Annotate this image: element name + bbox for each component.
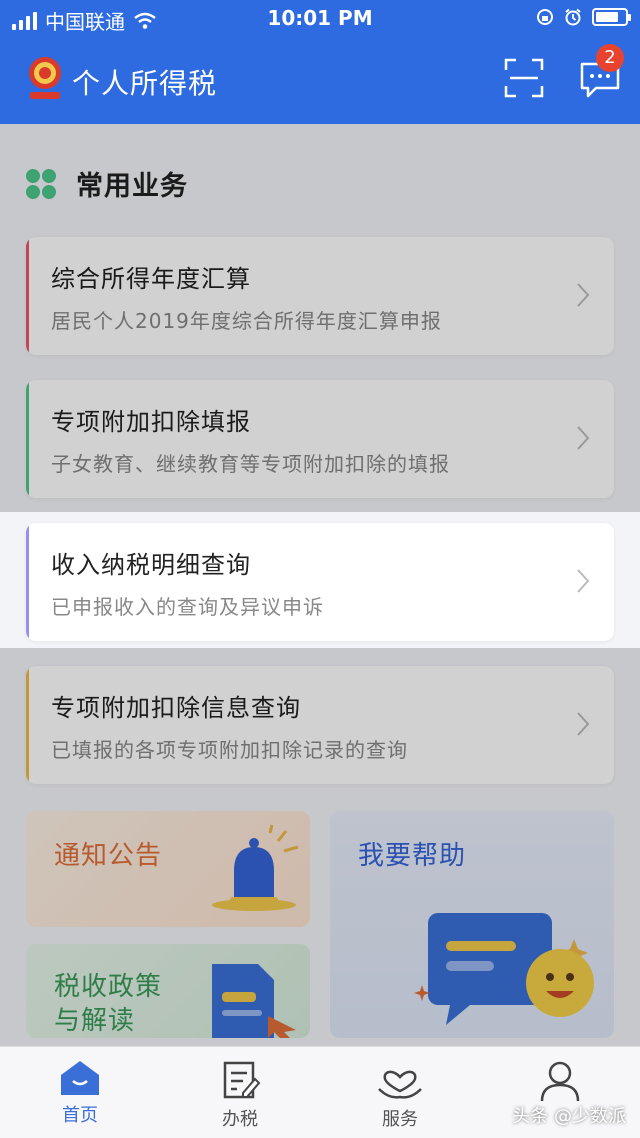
card-deduction-info-query[interactable]: 专项附加扣除信息查询 已填报的各项专项附加扣除记录的查询 <box>26 666 614 784</box>
watermark: 头条 @少数派 <box>512 1106 626 1127</box>
chevron-right-icon <box>577 569 590 593</box>
card-accent <box>26 523 29 641</box>
home-icon <box>61 1061 99 1095</box>
chevron-right-icon <box>577 712 590 736</box>
bell-icon <box>212 824 299 911</box>
alarm-icon <box>565 8 581 26</box>
nav-home-label: 首页 <box>62 1105 98 1126</box>
card-title: 收入纳税明细查询 <box>51 551 251 579</box>
tax-emblem-logo <box>29 57 61 99</box>
card-income-tax-query[interactable]: 收入纳税明细查询 已申报收入的查询及异议申诉 <box>26 523 614 641</box>
tile-tax-policy[interactable]: 税收政策 与解读 <box>26 944 310 1038</box>
card-accent <box>26 666 29 784</box>
nav-tax[interactable]: 办税 <box>180 1059 300 1131</box>
status-bar: 中国联通 10:01 PM <box>0 0 640 36</box>
app-title: 个人所得税 <box>72 67 218 100</box>
section-title: 常用业务 <box>76 171 188 202</box>
card-annual-settlement[interactable]: 综合所得年度汇算 居民个人2019年度综合所得年度汇算申报 <box>26 237 614 355</box>
nav-service-label: 服务 <box>382 1109 418 1130</box>
app-header: 个人所得税 2 <box>0 44 640 110</box>
tile-notice-label: 通知公告 <box>54 841 163 871</box>
card-title: 专项附加扣除信息查询 <box>51 694 301 722</box>
chat-bubble-smiley-icon <box>414 913 594 1025</box>
chevron-right-icon <box>577 283 590 307</box>
tile-help[interactable]: 我要帮助 <box>330 811 614 1038</box>
card-special-deduction-filing[interactable]: 专项附加扣除填报 子女教育、继续教育等专项附加扣除的填报 <box>26 380 614 498</box>
card-subtitle: 已申报收入的查询及异议申诉 <box>51 595 324 619</box>
status-right <box>536 8 631 26</box>
tile-policy-line2: 与解读 <box>54 1006 136 1036</box>
heart-hand-icon <box>378 1070 422 1099</box>
app-header-bar: 中国联通 10:01 PM 个人所得税 2 <box>0 0 640 124</box>
message-badge: 2 <box>596 44 624 72</box>
rotation-lock-icon <box>537 9 553 25</box>
scan-icon[interactable] <box>504 58 544 98</box>
chevron-right-icon <box>577 426 590 450</box>
card-subtitle: 居民个人2019年度综合所得年度汇算申报 <box>51 309 442 333</box>
document-pointer-icon <box>212 964 296 1038</box>
tile-policy-line1: 税收政策 <box>54 972 163 1002</box>
nav-service[interactable]: 服务 <box>340 1059 460 1131</box>
person-icon <box>540 1061 580 1102</box>
clover-icon <box>26 168 56 199</box>
tile-help-label: 我要帮助 <box>358 841 467 871</box>
nav-tax-label: 办税 <box>222 1109 258 1130</box>
nav-profile[interactable] <box>500 1059 620 1107</box>
tile-notice[interactable]: 通知公告 <box>26 811 310 927</box>
section-header: 常用业务 <box>26 164 188 203</box>
card-subtitle: 已填报的各项专项附加扣除记录的查询 <box>51 738 408 762</box>
nav-home[interactable]: 首页 <box>20 1059 140 1127</box>
card-subtitle: 子女教育、继续教育等专项附加扣除的填报 <box>51 452 450 476</box>
card-title: 综合所得年度汇算 <box>51 265 251 293</box>
card-accent <box>26 380 29 498</box>
card-title: 专项附加扣除填报 <box>51 408 251 436</box>
card-accent <box>26 237 29 355</box>
edit-document-icon <box>223 1061 261 1099</box>
battery-icon <box>592 8 631 26</box>
